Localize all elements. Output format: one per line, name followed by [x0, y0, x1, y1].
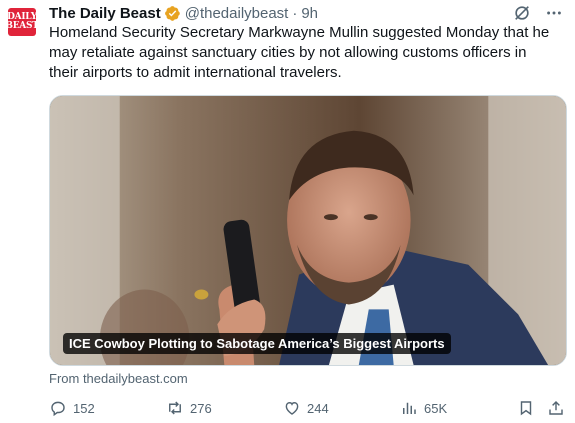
repost-button[interactable]: 276: [166, 399, 212, 417]
views-count: 65K: [424, 400, 448, 416]
reply-button[interactable]: 152: [49, 399, 95, 417]
repost-count: 276: [190, 400, 212, 416]
header-actions: [513, 4, 563, 22]
card-caption: ICE Cowboy Plotting to Sabotage America’…: [63, 333, 451, 354]
share-button[interactable]: [547, 399, 565, 417]
views-icon: [403, 402, 416, 414]
tweet-header: The Daily Beast @thedailybeast · 9h: [49, 3, 563, 23]
reply-icon: [51, 401, 65, 417]
link-card-image[interactable]: ICE Cowboy Plotting to Sabotage America’…: [49, 95, 567, 366]
separator-dot: ·: [292, 4, 298, 22]
share-icon: [549, 400, 563, 415]
like-icon: [285, 402, 299, 415]
reply-count: 152: [73, 400, 95, 416]
avatar-text-bottom: BEAST: [5, 21, 39, 31]
like-button[interactable]: 244: [283, 399, 329, 417]
like-count: 244: [307, 400, 329, 416]
card-source[interactable]: From thedailybeast.com: [49, 371, 188, 386]
author-name[interactable]: The Daily Beast: [49, 5, 161, 22]
views-button[interactable]: 65K: [400, 399, 447, 417]
tweet-actions: 152 276 244 65K: [49, 399, 569, 421]
bookmark-icon: [520, 401, 532, 416]
verified-badge-icon[interactable]: [164, 5, 181, 22]
bookmark-button[interactable]: [517, 399, 535, 417]
tweet-text: Homeland Security Secretary Markwayne Mu…: [49, 24, 550, 81]
author-handle[interactable]: @thedailybeast: [185, 5, 289, 22]
more-icon[interactable]: [545, 4, 563, 22]
repost-icon: [169, 401, 181, 415]
avatar[interactable]: DAILY BEAST: [5, 8, 39, 36]
timestamp[interactable]: 9h: [301, 5, 318, 22]
article-photo: [50, 96, 566, 365]
grok-icon[interactable]: [513, 4, 531, 22]
